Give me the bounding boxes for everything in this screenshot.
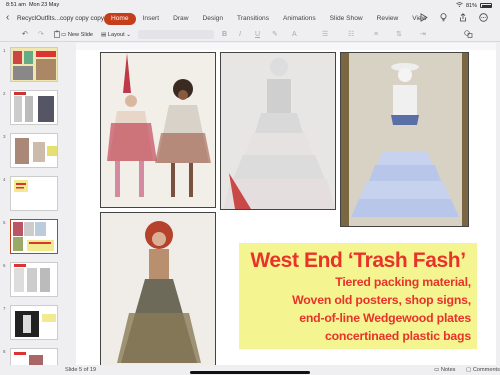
- status-left: 8:51 am Mon 23 May: [6, 2, 59, 8]
- new-slide-icon: ▭: [61, 32, 67, 38]
- status-footer: Slide 5 of 19 ▭ Notes ▢ Comments: [0, 365, 500, 375]
- slide-thumbnail-6[interactable]: [10, 262, 58, 297]
- font-name-field[interactable]: [138, 30, 214, 39]
- slide-thumbnail-3[interactable]: [10, 133, 58, 168]
- paste-icon[interactable]: [53, 30, 61, 41]
- tab-draw[interactable]: Draw: [166, 13, 195, 25]
- caption-line-2: Woven old posters, shop signs,: [292, 293, 471, 307]
- undo-icon[interactable]: ↶: [22, 30, 28, 39]
- numbering-icon[interactable]: ☷: [348, 30, 354, 39]
- slide-counter: Slide 5 of 19: [65, 367, 97, 373]
- slide-thumbnail-1[interactable]: [10, 47, 58, 82]
- thumbnail-number: 3: [3, 134, 6, 139]
- font-color-icon[interactable]: A: [292, 30, 297, 39]
- bold-button[interactable]: B: [222, 30, 227, 39]
- notes-button[interactable]: ▭ Notes: [434, 367, 455, 373]
- wifi-icon: [456, 2, 463, 9]
- caption-textbox[interactable]: West End ‘Trash Fash’ Tiered packing mat…: [239, 243, 477, 349]
- tab-insert[interactable]: Insert: [136, 13, 167, 25]
- redo-icon[interactable]: ↷: [38, 30, 44, 39]
- toolbar: ↶ ↷ ▭ New Slide ▤ Layout ⌄ B I U ✎ A ☰ ☷…: [0, 28, 500, 42]
- caption-line-3: end-of-line Wedgewood plates: [299, 311, 471, 325]
- thumbnail-number: 4: [3, 177, 6, 182]
- lightbulb-icon[interactable]: [440, 13, 447, 24]
- caption-title: West End ‘Trash Fash’: [250, 249, 466, 272]
- ribbon-tabs: Home Insert Draw Design Transitions Anim…: [104, 13, 433, 25]
- thumbnail-number: 5: [3, 220, 6, 225]
- shapes-icon[interactable]: [464, 30, 474, 41]
- new-slide-label: New Slide: [67, 32, 94, 38]
- photo-two-models[interactable]: [100, 52, 216, 208]
- layout-icon: ▤: [101, 32, 107, 38]
- tab-slide-show[interactable]: Slide Show: [323, 13, 370, 25]
- tab-transitions[interactable]: Transitions: [230, 13, 276, 25]
- underline-button[interactable]: U: [255, 30, 260, 39]
- italic-button[interactable]: I: [239, 30, 241, 39]
- comments-button[interactable]: ▢ Comments: [466, 367, 500, 373]
- caption-line-1: Tiered packing material,: [335, 275, 471, 289]
- photo-blue-dress[interactable]: [340, 52, 469, 227]
- thumbnail-number: 6: [3, 263, 6, 268]
- layout-label: Layout: [107, 32, 125, 38]
- notes-label: Notes: [440, 367, 456, 373]
- status-date: Mon 23 May: [28, 2, 60, 8]
- notes-icon: ▭: [434, 367, 440, 373]
- ribbon-actions: [420, 13, 488, 24]
- thumbnail-number: 8: [3, 349, 6, 354]
- battery-icon: [480, 3, 492, 8]
- slide-thumbnail-5[interactable]: [10, 219, 58, 254]
- play-icon[interactable]: [420, 13, 428, 24]
- status-right: 81%: [456, 2, 492, 9]
- home-indicator: [190, 371, 310, 374]
- align-icon[interactable]: ≡: [374, 30, 378, 39]
- thumbnail-number: 1: [3, 48, 6, 53]
- tab-home[interactable]: Home: [104, 13, 136, 25]
- slide-thumbnail-7[interactable]: [10, 305, 58, 340]
- slide-thumbnail-2[interactable]: [10, 90, 58, 125]
- ribbon: ‹ RecyclOutfits...copy copy copy Home In…: [0, 10, 500, 28]
- photo-tiered-dress[interactable]: [220, 52, 336, 210]
- tab-animations[interactable]: Animations: [276, 13, 323, 25]
- layout-button[interactable]: ▤ Layout ⌄: [101, 31, 131, 40]
- thumbnail-number: 7: [3, 306, 6, 311]
- new-slide-button[interactable]: ▭ New Slide: [61, 31, 93, 40]
- thumbnail-number: 2: [3, 91, 6, 96]
- slide-thumbnail-4[interactable]: [10, 176, 58, 211]
- current-slide[interactable]: West End ‘Trash Fash’ Tiered packing mat…: [76, 50, 496, 366]
- tab-design[interactable]: Design: [195, 13, 230, 25]
- comments-label: Comments: [472, 367, 500, 373]
- status-time: 8:51 am: [6, 2, 26, 8]
- slide-canvas: West End ‘Trash Fash’ Tiered packing mat…: [76, 43, 496, 366]
- slide-thumbnails: 1 2 3 4 5 6 7 8: [0, 43, 62, 366]
- caption-line-4: concertinaed plastic bags: [324, 329, 471, 343]
- photo-trash-dress[interactable]: [100, 212, 216, 366]
- share-icon[interactable]: [459, 13, 467, 24]
- line-spacing-icon[interactable]: ⇅: [396, 30, 402, 39]
- tab-review[interactable]: Review: [370, 13, 406, 25]
- highlight-icon[interactable]: ✎: [272, 30, 278, 39]
- bullets-icon[interactable]: ☰: [322, 30, 328, 39]
- status-bar: 8:51 am Mon 23 May 81%: [0, 0, 500, 10]
- document-filename[interactable]: RecyclOutfits...copy copy copy: [17, 15, 104, 22]
- back-chevron-icon[interactable]: ‹: [6, 13, 9, 23]
- battery-percent: 81%: [465, 2, 477, 9]
- more-icon[interactable]: [479, 13, 488, 24]
- comments-icon: ▢: [466, 367, 472, 373]
- indent-icon[interactable]: ⇥: [420, 30, 426, 39]
- slide-thumbnail-8[interactable]: [10, 348, 58, 366]
